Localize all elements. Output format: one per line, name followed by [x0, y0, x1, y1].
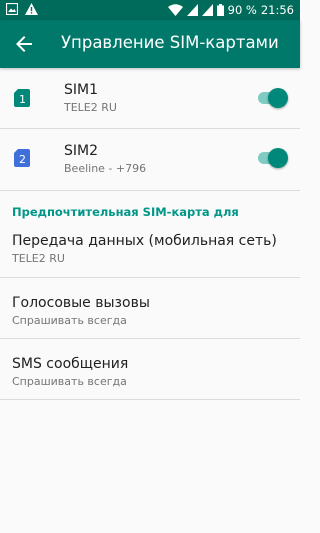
section-header: Предпочтительная SIM-карта для: [12, 205, 239, 219]
sim1-toggle-thumb: [268, 88, 288, 108]
sim-badge-1: 1: [19, 93, 26, 106]
pref-title-sms: SMS сообщения: [12, 356, 129, 372]
sim-name-1: SIM1: [64, 82, 99, 98]
battery-icon: [216, 4, 224, 16]
status-left: [6, 3, 38, 15]
divider: [0, 190, 300, 191]
status-right: 90 % 21:56: [167, 0, 294, 20]
signal-icon: [186, 4, 198, 16]
sim-card-icon-2: 2: [14, 149, 30, 167]
divider: [0, 399, 300, 400]
battery-percent: 90 %: [227, 3, 257, 17]
sim-row-1[interactable]: 1 SIM1 TELE2 RU: [0, 68, 300, 128]
wifi-icon: [167, 4, 183, 16]
sim-operator-2: Beeline - +796: [64, 162, 147, 175]
divider: [0, 338, 300, 339]
arrow-back-icon[interactable]: [12, 32, 36, 56]
pref-title-calls: Голосовые вызовы: [12, 295, 150, 311]
sim-card-icon-1: 1: [14, 89, 30, 107]
sim2-toggle[interactable]: [258, 144, 288, 170]
sim1-toggle[interactable]: [258, 84, 288, 110]
pref-value-calls: Спрашивать всегда: [12, 314, 127, 327]
clock: 21:56: [260, 3, 294, 17]
sim-name-2: SIM2: [64, 143, 99, 159]
image-icon: [6, 3, 18, 15]
status-bar: 90 % 21:56: [0, 0, 300, 20]
sim2-toggle-thumb: [268, 148, 288, 168]
pref-value-sms: Спрашивать всегда: [12, 375, 127, 388]
sim-operator-1: TELE2 RU: [64, 101, 117, 114]
sim-row-2[interactable]: 2 SIM2 Beeline - +796: [0, 129, 300, 189]
pref-title-data: Передача данных (мобильная сеть): [12, 233, 277, 249]
sim-badge-2: 2: [19, 153, 26, 166]
pref-value-data: TELE2 RU: [12, 252, 65, 265]
warning-icon: [25, 3, 38, 15]
divider: [0, 277, 300, 278]
app-toolbar: Управление SIM-картами: [0, 20, 300, 68]
signal-icon-2: [201, 4, 213, 16]
page-title: Управление SIM-картами: [61, 33, 279, 52]
